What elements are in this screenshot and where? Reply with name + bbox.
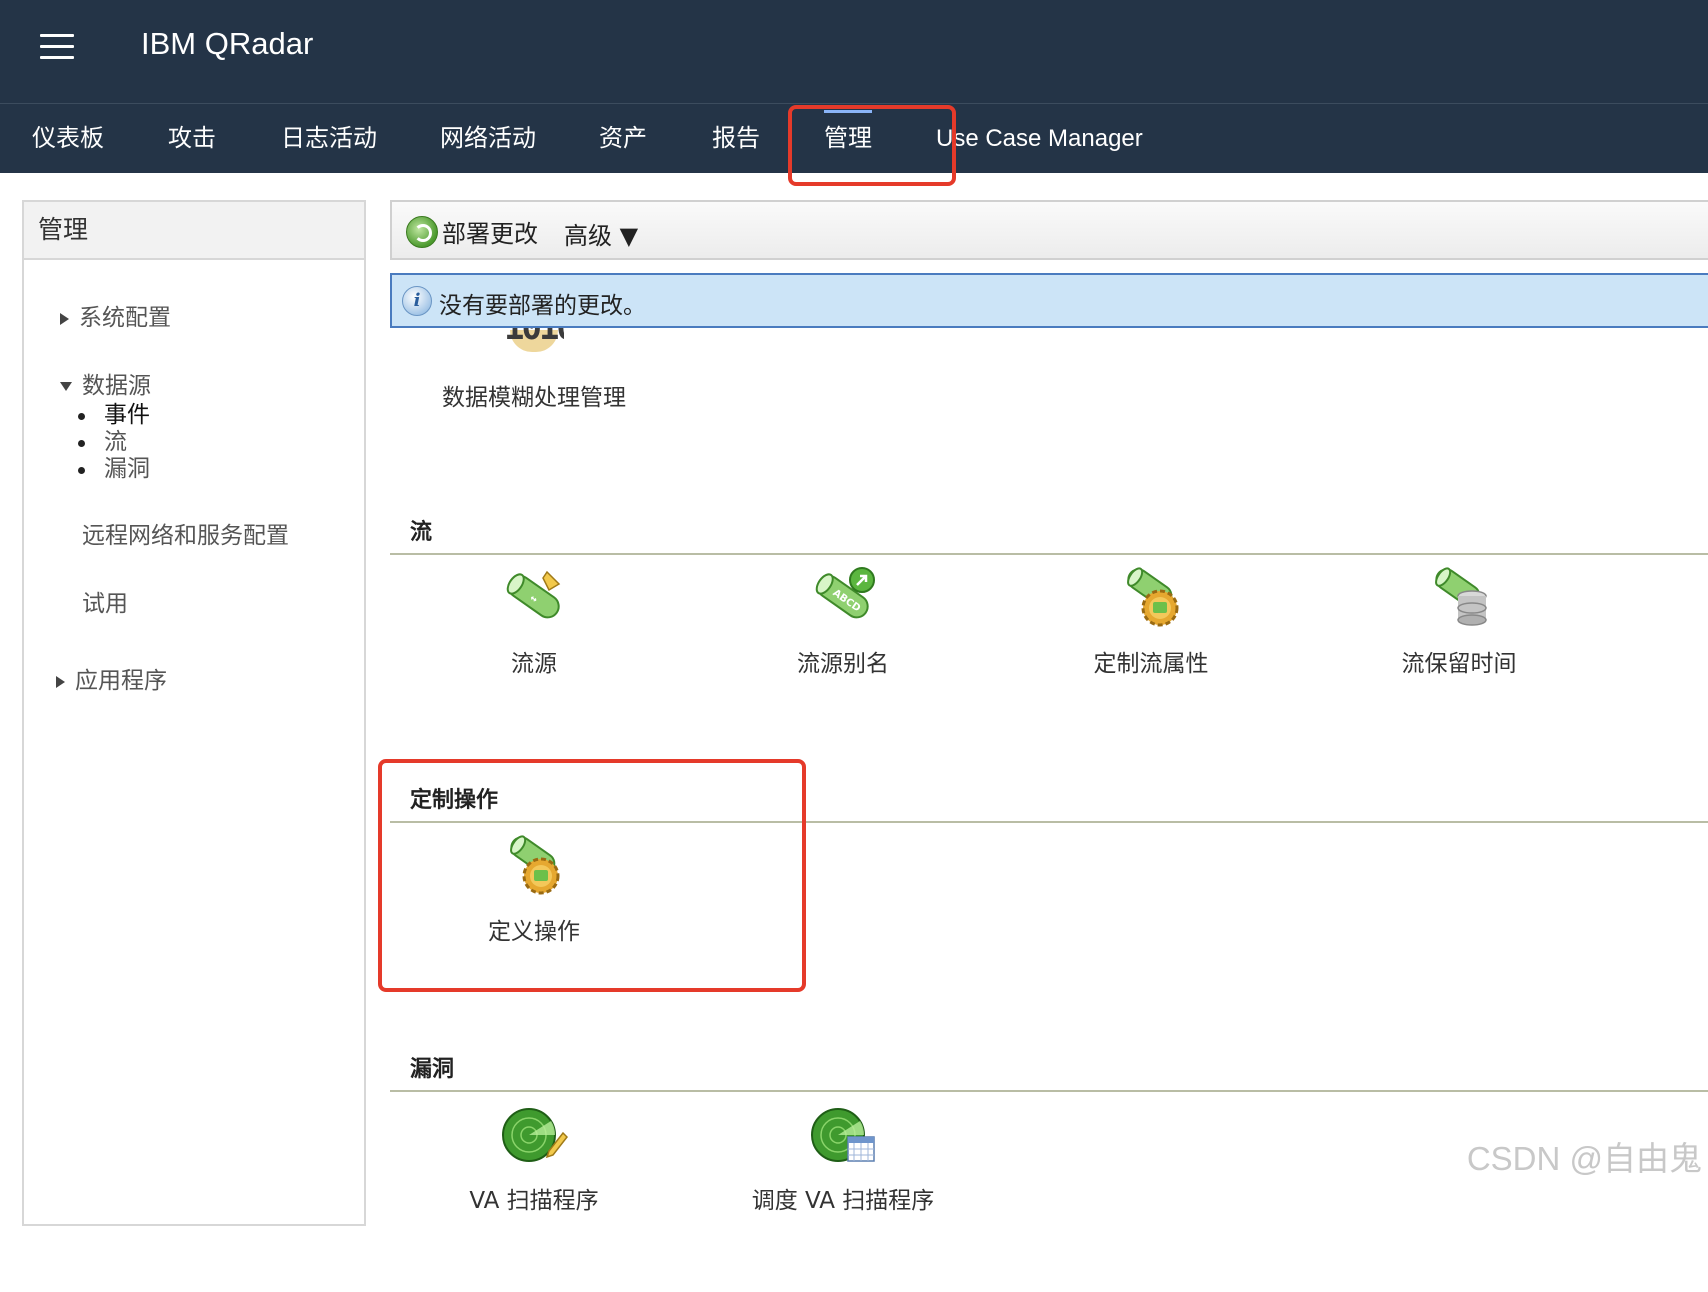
- info-message: 没有要部署的更改。: [439, 293, 646, 319]
- flow-source-alias-icon: ABCD: [815, 567, 875, 619]
- schedule-va-scanners-tile[interactable]: 调度 VA 扫描程序: [713, 1103, 973, 1215]
- define-action-icon: [510, 835, 560, 895]
- section-title-flows: 流: [410, 520, 433, 545]
- tile-label: 数据模糊处理管理: [442, 385, 626, 411]
- top-header: IBM QRadar: [0, 0, 1708, 104]
- flow-retention-tile[interactable]: 流保留时间: [1329, 566, 1589, 678]
- main-nav: 仪表板 攻击 日志活动 网络活动 资产 报告 管理 Use Case Manag…: [0, 104, 1708, 173]
- custom-flow-property-icon: [1127, 567, 1179, 627]
- hamburger-menu-icon[interactable]: [40, 34, 74, 59]
- info-banner: i 没有要部署的更改。: [390, 273, 1708, 328]
- custom-flow-properties-tile[interactable]: 定制流属性: [1021, 566, 1281, 678]
- admin-sidebar: 管理: [22, 200, 366, 1226]
- tile-label: 流源别名: [797, 651, 889, 677]
- tab-admin[interactable]: 管理: [824, 104, 872, 173]
- data-obfuscation-tile[interactable]: 数据模糊处理管理: [404, 378, 664, 412]
- section-title-custom-actions: 定制操作: [410, 788, 499, 813]
- deploy-icon: [406, 215, 438, 248]
- flow-sources-tile[interactable]: ↔ 流源: [404, 566, 664, 678]
- collapse-arrow-icon: [60, 382, 72, 391]
- info-icon: i: [402, 286, 432, 316]
- sidebar-item-data-sources[interactable]: 数据源: [60, 366, 151, 400]
- expand-arrow-icon: [56, 675, 65, 688]
- tile-label: 定制流属性: [1093, 651, 1209, 677]
- sidebar-item-system-config[interactable]: 系统配置: [60, 298, 171, 332]
- sidebar-item-trial[interactable]: 试用: [82, 584, 128, 618]
- define-actions-tile[interactable]: 定义操作: [404, 834, 664, 946]
- section-divider: [390, 553, 1708, 555]
- tab-reports[interactable]: 报告: [712, 104, 760, 173]
- section-divider: [390, 1090, 1708, 1092]
- tab-offenses[interactable]: 攻击: [168, 104, 216, 173]
- flow-source-aliases-tile[interactable]: ABCD 流源别名: [713, 566, 973, 678]
- advanced-menu-button[interactable]: 高级 ▼: [564, 216, 638, 251]
- tile-label: 流源: [511, 651, 557, 677]
- watermark: CSDN @自由鬼: [1466, 1140, 1702, 1177]
- tab-network-activity[interactable]: 网络活动: [440, 104, 536, 173]
- admin-toolbar: 部署更改 高级 ▼: [390, 200, 1708, 260]
- tile-label: 定义操作: [488, 919, 580, 945]
- sidebar-item-apps[interactable]: 应用程序: [56, 661, 167, 695]
- app-title: IBM QRadar: [141, 26, 314, 61]
- tile-label: 调度 VA 扫描程序: [751, 1188, 935, 1214]
- tile-label: 流保留时间: [1401, 651, 1517, 677]
- section-divider: [390, 821, 1708, 823]
- sidebar-item-events[interactable]: 事件: [78, 402, 150, 429]
- schedule-va-scanner-icon: [811, 1108, 875, 1162]
- section-title-vulnerabilities: 漏洞: [410, 1057, 455, 1082]
- sidebar-item-remote-network[interactable]: 远程网络和服务配置: [82, 516, 289, 550]
- sidebar-title: 管理: [24, 202, 364, 260]
- tab-use-case-manager[interactable]: Use Case Manager: [936, 104, 1143, 173]
- flow-retention-icon: [1435, 567, 1487, 626]
- deploy-changes-button[interactable]: 部署更改: [406, 214, 538, 248]
- va-scanners-tile[interactable]: VA 扫描程序: [404, 1103, 664, 1215]
- sidebar-item-flows[interactable]: 流: [78, 429, 150, 456]
- expand-arrow-icon: [60, 312, 69, 325]
- tab-log-activity[interactable]: 日志活动: [281, 104, 377, 173]
- va-scanner-icon: [502, 1108, 568, 1162]
- data-obfuscation-icon: 1010: [502, 328, 564, 354]
- data-source-sublist: 事件 流 漏洞: [78, 402, 150, 483]
- sidebar-item-vulnerabilities[interactable]: 漏洞: [78, 456, 150, 483]
- tab-dashboard[interactable]: 仪表板: [32, 104, 104, 173]
- tile-label: VA 扫描程序: [469, 1188, 599, 1214]
- tab-assets[interactable]: 资产: [599, 104, 647, 173]
- flow-source-icon: ↔: [506, 570, 561, 619]
